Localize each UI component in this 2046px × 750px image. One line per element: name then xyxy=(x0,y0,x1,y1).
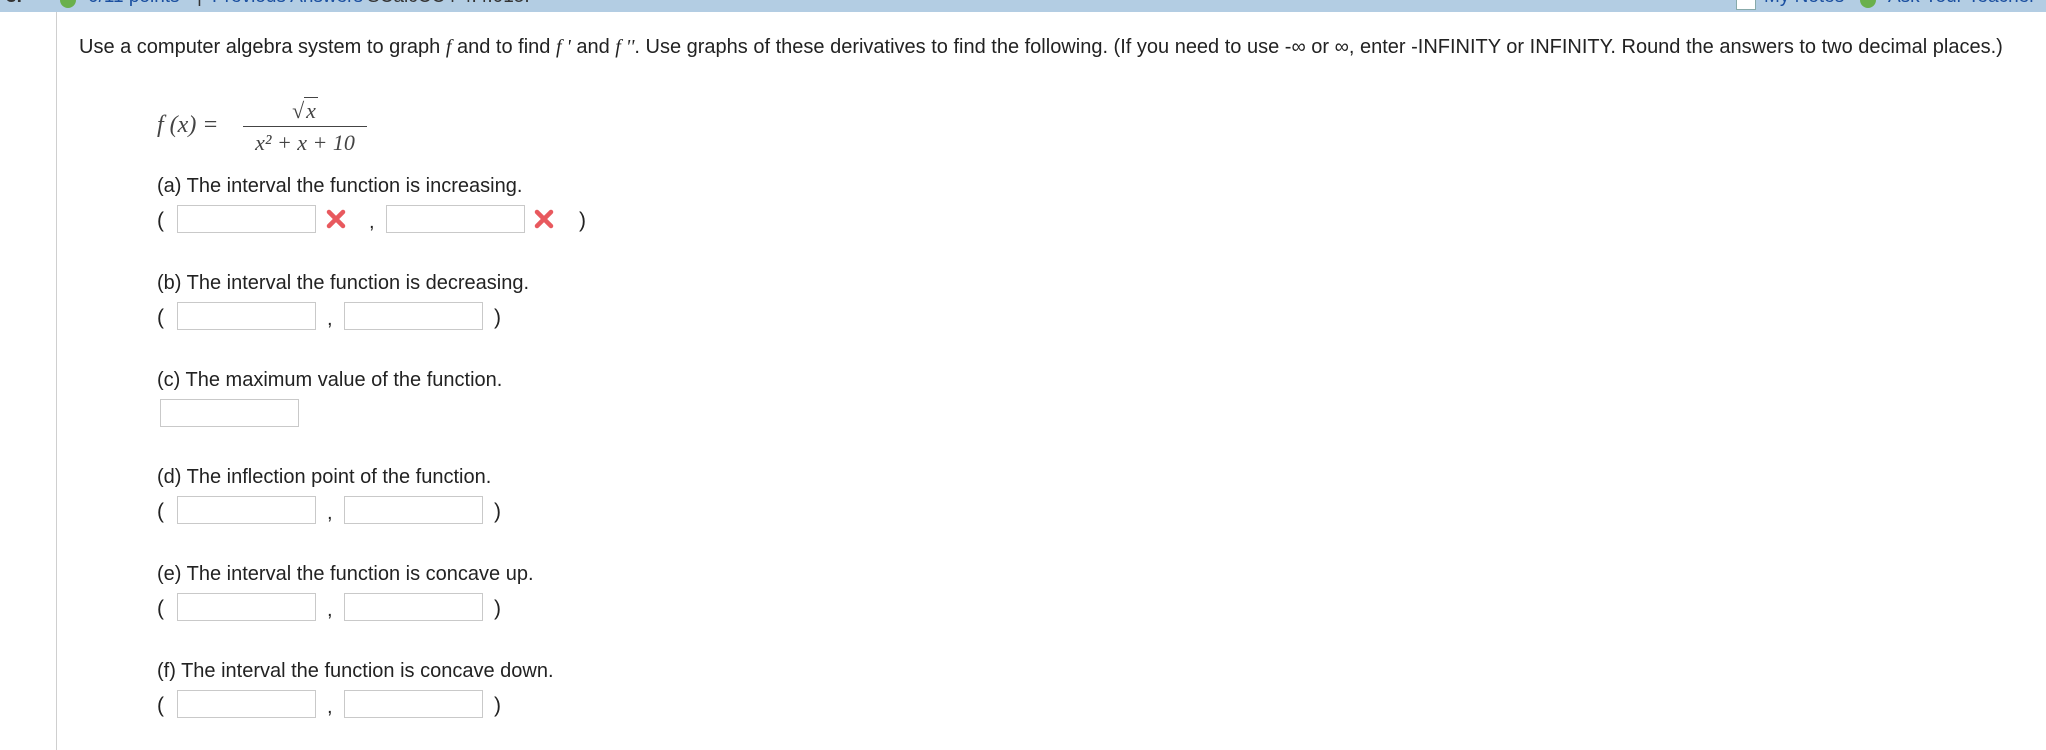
question-a-input-2[interactable] xyxy=(386,205,525,233)
question-c-label: (c) The maximum value of the function. xyxy=(157,369,503,391)
open-paren: ( xyxy=(157,694,164,717)
question-d-label: (d) The inflection point of the function… xyxy=(157,466,492,488)
problem-instructions: Use a computer algebra system to graph f… xyxy=(79,36,2003,58)
question-c-answer-row xyxy=(157,399,317,431)
question-a-input-1[interactable] xyxy=(177,205,316,233)
question-a-answer-row: ( , ) xyxy=(157,205,597,237)
question-d-input-1[interactable] xyxy=(177,496,316,524)
close-paren: ) xyxy=(494,694,501,717)
question-e-input-1[interactable] xyxy=(177,593,316,621)
formula-radicand: x xyxy=(304,97,318,123)
close-paren: ) xyxy=(494,597,501,620)
points-link[interactable]: 0/11 points xyxy=(88,0,180,8)
open-paren: ( xyxy=(157,209,164,232)
formula-denominator: x² + x + 10 xyxy=(255,130,355,155)
close-paren: ) xyxy=(579,209,586,232)
header-separator: | xyxy=(197,0,202,8)
close-paren: ) xyxy=(494,306,501,329)
problem-id: SCalcCC4 4.4.015. xyxy=(367,0,530,8)
points-plus-icon[interactable] xyxy=(60,0,76,8)
question-f-input-1[interactable] xyxy=(177,690,316,718)
question-f-label: (f) The interval the function is concave… xyxy=(157,660,554,682)
comma-separator: , xyxy=(327,599,333,621)
question-f-answer-row: ( , ) xyxy=(157,690,517,722)
question-e-label: (e) The interval the function is concave… xyxy=(157,563,534,585)
fraction-bar xyxy=(243,126,367,127)
question-e-input-2[interactable] xyxy=(344,593,483,621)
comma-separator: , xyxy=(327,696,333,718)
problem-number: 3. xyxy=(6,0,22,8)
f-prime-symbol: f ' xyxy=(555,36,571,58)
comma-separator: , xyxy=(327,308,333,330)
question-b-label: (b) The interval the function is decreas… xyxy=(157,272,530,294)
problem-header-bar: 3. 0/11 points | Previous Answers SCalcC… xyxy=(0,0,2046,12)
previous-answers-link[interactable]: Previous Answers xyxy=(212,0,363,8)
question-a-label: (a) The interval the function is increas… xyxy=(157,175,523,197)
ask-teacher-plus-icon[interactable] xyxy=(1860,0,1876,8)
question-b-input-1[interactable] xyxy=(177,302,316,330)
formula-numerator: √x xyxy=(243,96,367,126)
question-e-answer-row: ( , ) xyxy=(157,593,517,625)
open-paren: ( xyxy=(157,500,164,523)
formula-lhs: f (x) = xyxy=(157,112,219,138)
question-b-answer-row: ( , ) xyxy=(157,302,517,334)
open-paren: ( xyxy=(157,597,164,620)
comma-separator: , xyxy=(327,502,333,524)
ask-teacher-link[interactable]: Ask Your Teacher xyxy=(1888,0,2036,8)
my-notes-checkbox[interactable] xyxy=(1736,0,1756,10)
formula-fraction: √x x² + x + 10 xyxy=(243,96,367,157)
open-paren: ( xyxy=(157,306,164,329)
incorrect-x-icon xyxy=(326,209,346,229)
f-double-prime-symbol: f '' xyxy=(615,36,635,58)
close-paren: ) xyxy=(494,500,501,523)
question-c-input[interactable] xyxy=(160,399,299,427)
my-notes-link[interactable]: My Notes xyxy=(1764,0,1844,8)
question-d-answer-row: ( , ) xyxy=(157,496,517,528)
incorrect-x-icon xyxy=(534,209,554,229)
question-b-input-2[interactable] xyxy=(344,302,483,330)
sqrt-symbol: √ xyxy=(292,98,305,123)
question-d-input-2[interactable] xyxy=(344,496,483,524)
question-f-input-2[interactable] xyxy=(344,690,483,718)
comma-separator: , xyxy=(369,211,375,233)
